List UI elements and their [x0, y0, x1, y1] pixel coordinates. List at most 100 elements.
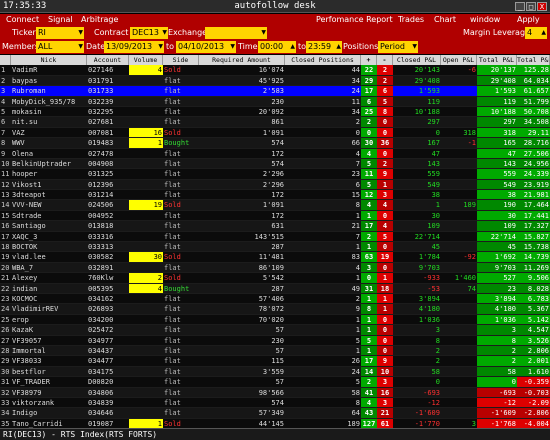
cell-required-amount: 1'091 [262, 128, 284, 137]
cell-closed-pnl: -12 [427, 398, 440, 407]
table-row[interactable]: 6 nit.su 027681 flat 861 2 2 0 297 297 34.508 [0, 117, 550, 128]
cell-plus: 1 [361, 293, 377, 304]
cell-closed-pnl: -1'770 [414, 419, 440, 428]
cell-closed-pnl: 30 [431, 211, 440, 220]
cell-total-pnl: 2 [477, 345, 517, 356]
table-row[interactable]: 24 VladimirREV 026893 flat 78'072 9 8 1 4'180 4'1… [0, 304, 550, 315]
cell-required-amount: 98'566 [258, 388, 284, 397]
table-row[interactable]: 10 BelkinUptrader 004908 flat 574 7 5 2 143 143 24… [0, 158, 550, 170]
menu-chart[interactable]: Chart [434, 15, 456, 24]
menu-connect[interactable]: Connect [6, 15, 39, 24]
time-from-field[interactable]: 00:00 ▲ [258, 41, 296, 53]
table-row[interactable]: 15 Sdtrade 004952 flat 172 1 1 0 30 30 17.441 [0, 210, 550, 222]
table-row[interactable]: 17 XAQC_3 033316 flat 143'515 7 2 5 22'714 22'714… [0, 231, 550, 243]
header-closed-pnl[interactable]: Closed P&L [393, 55, 441, 66]
table-row[interactable]: 4 MobyDick_935/78 032239 flat 230 11 6 5 119 119 5… [0, 96, 550, 107]
cell-minus: 0 [377, 210, 393, 221]
table-row[interactable]: 8 WWV 019483 1 Bought 574 66 30 36 167 -1 165 28.716 [0, 138, 550, 149]
table-row[interactable]: 11 hooper 031325 flat 2'296 23 11 9 559 559 24.339 [0, 169, 550, 180]
table-row[interactable]: 31 VF_TRADER D00820 flat 57 5 2 3 0 0 -0.359 [0, 377, 550, 388]
table-row[interactable]: 26 KazaK 025472 flat 57 1 1 0 3 3 4.547 [0, 325, 550, 336]
table-row[interactable]: 7 VAZ 007081 16 Sold 1'091 0 0 0 0 318 318 29.11 [0, 127, 550, 139]
table-row[interactable]: 12 Vikost1 012396 flat 2'296 6 5 1 549 549 23.919 [0, 179, 550, 191]
cell-side: flat [164, 378, 181, 387]
cell-account: 760Klw [88, 274, 114, 283]
table-row[interactable]: 23 KOCMOC 034162 flat 57'406 2 1 1 3'894 3'894 6.7… [0, 293, 550, 305]
table-row[interactable]: 9 Olena 027478 flat 172 4 4 0 47 47 27.506 [0, 148, 550, 159]
header-open-pnl[interactable]: Open P&L [441, 55, 477, 66]
table-row[interactable]: 30 bestflor 034175 flat 3'559 24 14 10 58 58 1.610 [0, 366, 550, 378]
table-row[interactable]: 22 indian 005395 4 Bought 287 49 31 18 -53 74 23 8.0… [0, 283, 550, 294]
cell-side: flat [164, 222, 181, 231]
cell-account: 034839 [88, 398, 114, 407]
menu-apply[interactable]: Apply [517, 15, 540, 24]
table-row[interactable]: 28 Immortal 034437 flat 57 1 1 0 2 2 2.806 [0, 345, 550, 357]
title-bar: 17:35:33 autofollow desk _ □ X [0, 0, 550, 13]
header-account[interactable]: Account [87, 55, 129, 66]
date-to-field[interactable]: 04/10/2013 ▼ [176, 41, 236, 53]
cell-required-amount: 57'349 [258, 409, 284, 418]
cell-closed-positions: 1 [355, 315, 360, 324]
cell-plus: 5 [361, 335, 377, 345]
table-row[interactable]: 2 baypas 031791 flat 45'925 34 29 2 29'408 29'408… [0, 75, 550, 87]
row-index: 20 [1, 263, 10, 272]
cell-account: 005395 [88, 284, 114, 293]
minimize-button[interactable]: _ [515, 2, 525, 11]
maximize-button[interactable]: □ [526, 2, 536, 11]
table-row[interactable]: 33 viktorzank 034839 flat 574 8 4 3 -12 -12 -2.09 [0, 397, 550, 409]
menu-trades[interactable]: Trades [398, 15, 424, 24]
cell-volume [129, 221, 163, 230]
date-from-field[interactable]: 13/09/2013 ▼ [104, 41, 164, 53]
table-row[interactable]: 13 3dteapot 031214 flat 172 15 12 3 38 38 21.981 [0, 190, 550, 201]
header-minus[interactable]: - [377, 55, 393, 66]
close-button[interactable]: X [537, 2, 547, 11]
cell-total-pnl-percent: 1.610 [517, 366, 550, 377]
header-closed-positions[interactable]: Closed Positions [285, 55, 361, 66]
table-row[interactable]: 34 Indigo 034646 flat 57'349 64 43 21 -1'609 -1'6… [0, 408, 550, 419]
chevron-down-icon: ▼ [78, 43, 83, 50]
table-row[interactable]: 29 VF38033 034477 flat 115 26 17 9 2 2 2.001 [0, 356, 550, 367]
table-row[interactable]: 14 VVV-NEW 024506 19 Sold 1'091 8 4 4 1 189 190 17.4… [0, 200, 550, 211]
header-nick[interactable]: Nick [11, 55, 87, 66]
header-total-pnl-percent[interactable]: Total P&L,% [517, 55, 550, 66]
cell-required-amount: 5'542 [262, 274, 284, 283]
menu-signal[interactable]: Signal [48, 15, 73, 24]
cell-nick: bestflor [12, 367, 46, 376]
cell-nick: Vikost1 [12, 180, 42, 189]
cell-open-pnl [441, 408, 477, 417]
exchange-select[interactable]: ▼ [205, 27, 267, 39]
table-row[interactable]: 19 vlad.lee 030582 30 Sold 11'481 83 63 19 1'784-… [0, 252, 550, 263]
table-body: 1 VadimR 027146 4 Sold 16'074 44 22 2 20'143 -6 20'… [0, 65, 550, 430]
table-row[interactable]: 5 mokasin 032295 flat 20'092 34 25 8 10'188 10'18… [0, 106, 550, 118]
table-row[interactable]: 25 erop 034200 flat 70'020 1 1 0 1'036 1'036 5.142 [0, 314, 550, 326]
time-to-field[interactable]: 23:59 ▲ [306, 41, 342, 53]
header-side[interactable]: Side [163, 55, 199, 66]
ticker-select[interactable]: RI ▼ [36, 27, 84, 39]
contract-select[interactable]: DEC13 ▼ [130, 27, 168, 39]
cell-volume: 1 [129, 418, 163, 429]
positions-value: Period [380, 42, 405, 51]
table-row[interactable]: 1 VadimR 027146 4 Sold 16'074 44 22 2 20'143 -6 20'… [0, 65, 550, 76]
menu-arbitrage[interactable]: Arbitrage [81, 15, 118, 24]
table-row[interactable]: 27 VF39057 034977 flat 230 5 5 0 8 8 3.526 [0, 335, 550, 346]
header-plus[interactable]: + [361, 55, 377, 66]
header-volume[interactable]: Volume [129, 55, 163, 66]
positions-select[interactable]: Period ▼ [378, 41, 418, 53]
table-row[interactable]: 16 Santiago 013818 flat 631 21 17 4 109 109 17.327 [0, 221, 550, 232]
members-select[interactable]: ALL ▼ [36, 41, 84, 53]
menu-performance-report[interactable]: Perfomance Report [316, 15, 393, 24]
header-required-amount[interactable]: Required Amount [199, 55, 285, 66]
table-row[interactable]: 3 Rubroman 031733 flat 2'583 24 17 6 1'593 1'593 6… [0, 86, 550, 97]
margin-leverage-stepper[interactable]: 4 ▲ [525, 27, 547, 39]
cell-plus: 11 [361, 169, 377, 179]
menu-window[interactable]: window [470, 15, 500, 24]
table-row[interactable]: 21 Alexey 760Klw 2 Sold 5'542 1 0 1 -933 1'460 527 9… [0, 273, 550, 284]
cell-total-pnl: 559 [477, 169, 517, 179]
table-row[interactable]: 20 WBA_7 032891 flat 86'109 4 3 0 9'703 9'703 11.2… [0, 262, 550, 274]
cell-closed-pnl: 9'703 [418, 263, 440, 272]
table-row[interactable]: 18 BOCTOK 033313 flat 287 1 1 0 45 45 15.738 [0, 242, 550, 253]
table-row[interactable]: 32 VF38979 034806 flat 98'566 58 41 16 -693 -693-… [0, 387, 550, 398]
cell-open-pnl [441, 242, 477, 251]
cell-minus: 0 [377, 335, 393, 345]
header-total-pnl[interactable]: Total P&L [477, 55, 517, 66]
